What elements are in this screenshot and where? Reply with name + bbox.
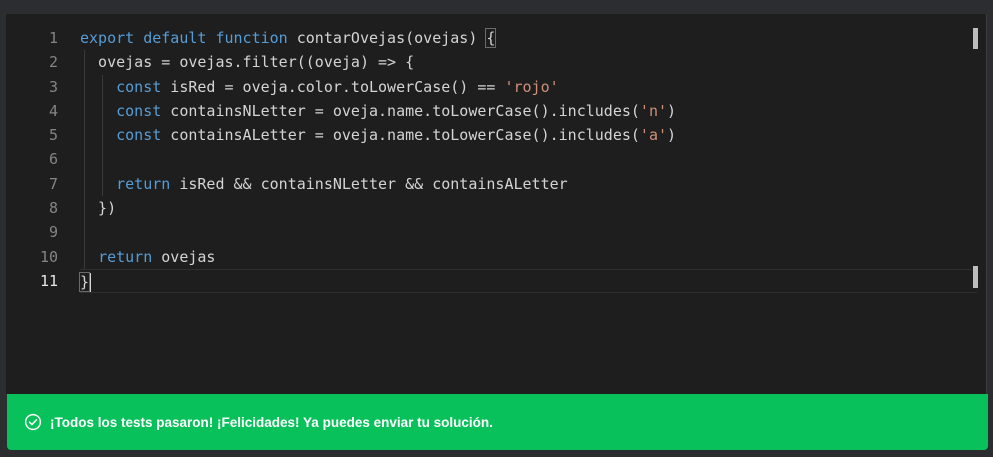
code-token: containsNLetter = oveja.name.toLowerCase… [161,101,640,120]
indent-guide [84,220,85,245]
line-number: 7 [48,174,58,193]
indent-guide [102,171,104,197]
indent-guide [102,74,104,99]
check-circle-icon [24,413,42,431]
indent-guide [84,50,85,75]
code-token: ) [667,126,677,145]
string-token: 'n' [639,101,668,120]
indent-guide [102,98,104,124]
code-token: isRed = oveja.color.toLowerCase() == [161,77,505,96]
keyword-token: const [116,126,162,145]
line-number: 2 [48,53,58,72]
code-token: } [78,271,91,292]
text-cursor [89,272,91,292]
line-number: 1 [48,29,58,47]
line-number-gutter: 1 2 3 4 5 6 7 8 9 10 11 [6,26,62,293]
line-number: 10 [39,247,58,266]
indent-guide [84,171,85,197]
code-area[interactable]: export default function contarOvejas(ove… [78,26,987,294]
code-line[interactable]: const containsALetter = oveja.name.toLow… [80,123,987,148]
code-line[interactable]: } [78,268,977,294]
success-toast: ¡Todos los tests pasaron! ¡Felicidades! … [7,394,988,450]
code-token: }) [80,199,117,218]
line-number: 8 [48,199,58,218]
code-line[interactable]: return ovejas [80,244,987,269]
indent-guide [84,123,85,148]
code-line[interactable]: ovejas = ovejas.filter((oveja) => { [80,50,987,75]
line-number: 3 [48,77,58,96]
keyword-token: const [116,77,162,96]
code-token: ovejas = ovejas.filter((oveja) => { [80,53,415,72]
code-token: containsALetter = oveja.name.toLowerCase… [161,126,640,145]
keyword-token: return [98,247,153,266]
indent-guide [102,123,104,148]
code-token: contarOvejas(ovejas) [287,29,487,47]
line-number: 11 [39,271,58,290]
string-token: 'a' [639,126,668,145]
code-line[interactable]: const containsNLetter = oveja.name.toLow… [80,98,987,124]
line-number: 5 [48,126,58,145]
code-line[interactable]: }) [80,196,987,221]
code-token: isRed && containsNLetter && containsALet… [170,174,568,193]
indent-guide [84,196,85,221]
code-line[interactable] [80,147,987,172]
code-line[interactable]: export default function contarOvejas(ove… [80,26,987,50]
string-token: 'rojo' [504,77,559,96]
indent-guide [84,98,85,124]
app-frame: 1 2 3 4 5 6 7 8 9 10 11 export default function co… [0,0,993,457]
code-token: ovejas [152,247,216,266]
indent-guide [84,244,85,269]
indent-guide [102,147,104,172]
keyword-token: export [80,29,135,47]
line-number: 6 [48,150,58,169]
indent-guide [84,74,85,99]
vertical-scrollbar[interactable] [986,14,987,394]
keyword-token: default [143,29,207,47]
toast-message: ¡Todos los tests pasaron! ¡Felicidades! … [50,414,493,430]
scrollbar-thumb-cursor[interactable] [973,266,978,288]
code-editor[interactable]: 1 2 3 4 5 6 7 8 9 10 11 export default function co… [6,14,987,394]
code-line[interactable]: return isRed && containsNLetter && conta… [80,171,987,197]
keyword-token: const [116,101,162,120]
line-number: 9 [48,223,58,242]
code-line[interactable]: const isRed = oveja.color.toLowerCase() … [80,74,987,99]
keyword-token: function [215,29,288,47]
keyword-token: return [116,174,171,193]
indent-guide [84,147,85,172]
scrollbar-thumb-top[interactable] [973,28,978,49]
code-line[interactable] [80,220,987,245]
line-number: 4 [48,101,58,120]
code-token: ) [667,101,677,120]
matching-bracket: { [485,28,497,48]
